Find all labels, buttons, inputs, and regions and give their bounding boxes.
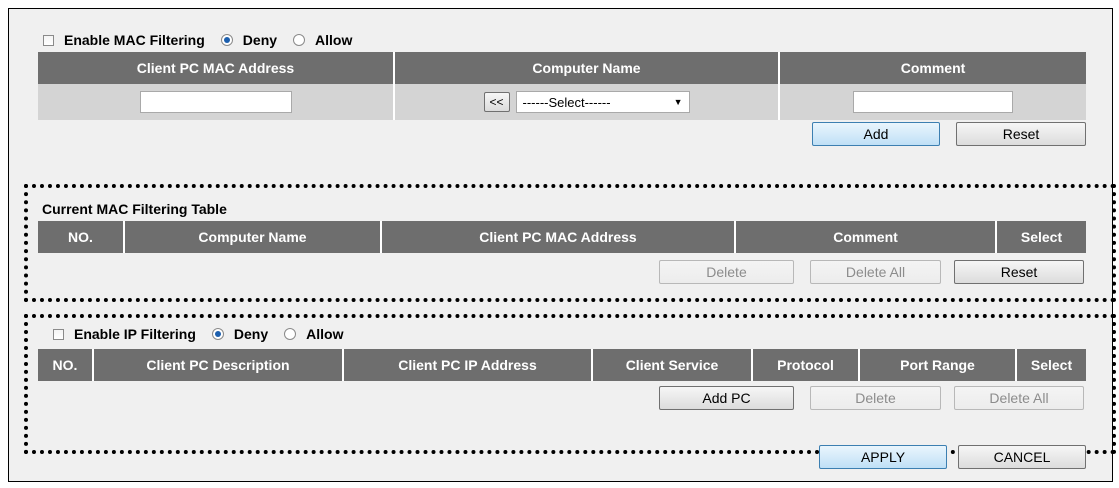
ip-filter-deny-radio[interactable] [211, 328, 224, 340]
settings-panel: Enable MAC Filtering Deny Allow Client P… [8, 8, 1116, 482]
ip-table-header: NO. Client PC Description Client PC IP A… [38, 349, 1086, 381]
col-client-mac: Client PC MAC Address [38, 52, 395, 84]
ip-filter-enable-checkbox[interactable] [53, 328, 64, 340]
ip-add-pc-button[interactable]: Add PC [659, 386, 794, 410]
ip-table-col-description: Client PC Description [94, 349, 344, 381]
ip-delete-all-button[interactable]: Delete All [954, 386, 1084, 410]
cancel-button[interactable]: CANCEL [958, 445, 1086, 469]
mac-table-delete-all-button[interactable]: Delete All [810, 260, 941, 284]
ip-delete-button[interactable]: Delete [810, 386, 941, 410]
mac-filter-enable-label: Enable MAC Filtering [64, 32, 205, 48]
ip-table-col-ip: Client PC IP Address [344, 349, 593, 381]
ip-table-col-service: Client Service [593, 349, 753, 381]
mac-filter-enable-checkbox[interactable] [43, 34, 54, 46]
ip-table-col-select: Select [1017, 349, 1086, 381]
mac-filter-allow-radio[interactable] [293, 34, 306, 46]
ip-filter-enable-label: Enable IP Filtering [74, 326, 196, 342]
mac-table-delete-button[interactable]: Delete [659, 260, 794, 284]
mac-filter-deny-radio[interactable] [220, 34, 233, 46]
mac-reset-button[interactable]: Reset [956, 122, 1086, 146]
computer-name-select[interactable]: ------Select------ ▼ [515, 91, 690, 113]
mac-address-input[interactable] [139, 91, 292, 113]
mac-add-header: Client PC MAC Address Computer Name Comm… [38, 52, 1086, 84]
mac-table-title: Current MAC Filtering Table [42, 201, 227, 217]
ip-filter-deny-label: Deny [233, 326, 269, 342]
comment-input[interactable] [853, 91, 1013, 113]
mac-table-reset-button[interactable]: Reset [954, 260, 1084, 284]
ip-filter-allow-label: Allow [306, 326, 344, 342]
chevron-down-icon: ▼ [673, 97, 683, 107]
ip-table-col-no: NO. [38, 349, 94, 381]
mac-filter-deny-label: Deny [242, 32, 278, 48]
mac-filter-enable-row: Enable MAC Filtering Deny Allow [43, 32, 352, 48]
mac-table-header: NO. Computer Name Client PC MAC Address … [38, 221, 1086, 253]
mac-table-col-mac: Client PC MAC Address [382, 221, 736, 253]
mac-table-col-no: NO. [38, 221, 125, 253]
computer-name-select-value: ------Select------ [522, 94, 611, 110]
mac-add-button[interactable]: Add [812, 122, 940, 146]
col-computer-name: Computer Name [395, 52, 780, 84]
mac-filter-allow-label: Allow [315, 32, 353, 48]
ip-filter-allow-radio[interactable] [284, 328, 297, 340]
mac-table-col-select: Select [997, 221, 1086, 253]
col-comment: Comment [780, 52, 1086, 84]
mac-table-col-computer-name: Computer Name [125, 221, 382, 253]
mac-add-input-row: << ------Select------ ▼ [38, 84, 1086, 120]
ip-filter-enable-row: Enable IP Filtering Deny Allow [53, 326, 343, 342]
ip-table-col-port-range: Port Range [860, 349, 1017, 381]
ip-table-col-protocol: Protocol [753, 349, 860, 381]
apply-button[interactable]: APPLY [819, 445, 947, 469]
mac-table-col-comment: Comment [736, 221, 997, 253]
move-to-mac-button[interactable]: << [483, 92, 510, 112]
